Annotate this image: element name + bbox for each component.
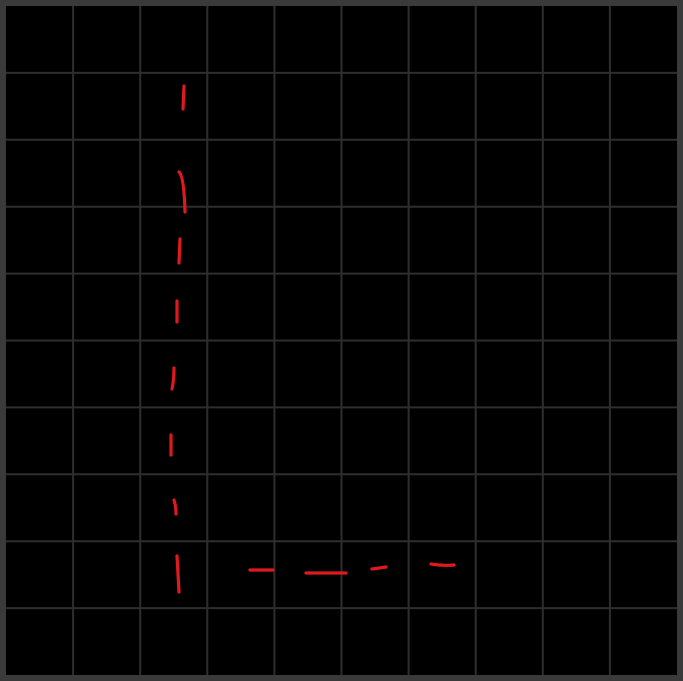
stroke-segment	[370, 565, 388, 571]
game-board[interactable]	[0, 0, 683, 681]
game-board-frame	[0, 0, 683, 681]
stroke-segment	[429, 562, 456, 567]
stroke-segment	[181, 84, 186, 111]
stroke-segment	[175, 554, 181, 594]
stroke-segment	[177, 237, 182, 265]
